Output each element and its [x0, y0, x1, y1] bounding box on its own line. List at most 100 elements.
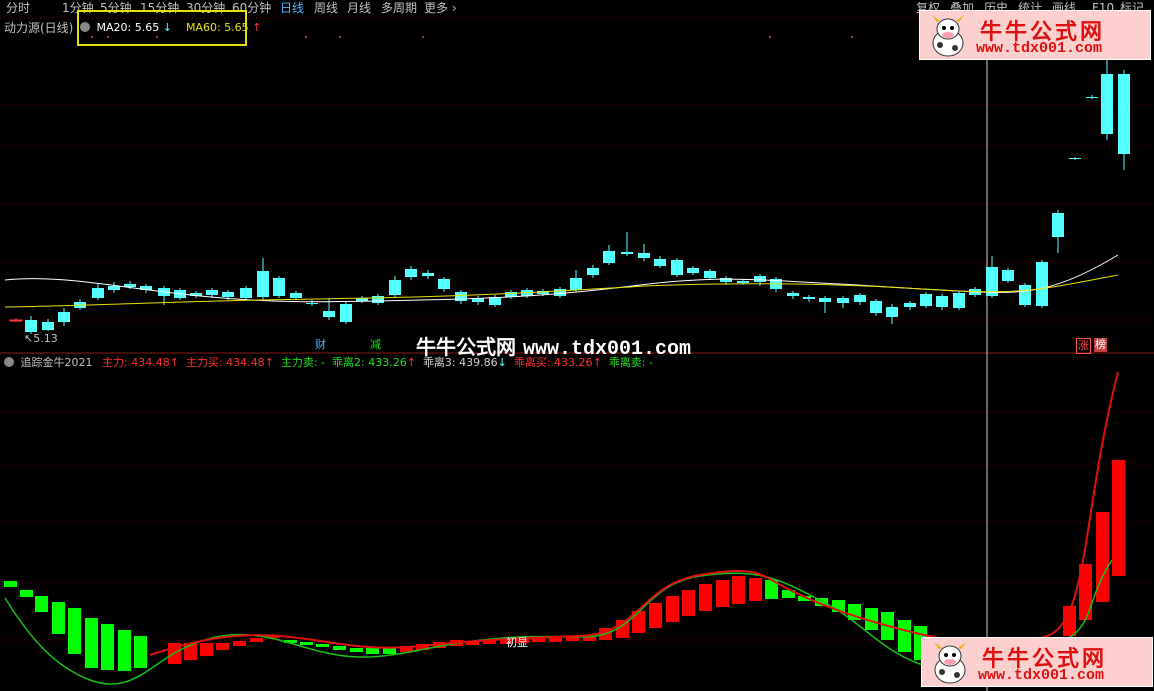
candle — [554, 287, 566, 298]
candle-body — [372, 296, 384, 303]
candle — [9, 318, 23, 322]
candle-body — [290, 293, 302, 298]
candle-body — [438, 279, 450, 289]
candle-body — [108, 286, 120, 290]
cow-logo-icon — [934, 642, 966, 684]
ma60-line — [4, 274, 1119, 308]
candle — [1086, 95, 1098, 99]
ind-zhuli: 主力: 434.48 — [102, 356, 170, 369]
ma-lines — [4, 254, 1119, 308]
indicator-bar — [4, 581, 17, 587]
candle-body — [704, 271, 716, 278]
indicator-bar — [732, 576, 745, 604]
candle-body — [323, 311, 335, 317]
candle-body — [554, 289, 566, 296]
candle — [472, 296, 484, 305]
indicator-bar — [682, 590, 695, 616]
highlight-box — [77, 10, 247, 46]
candle — [340, 302, 352, 324]
candle — [904, 301, 916, 310]
candle-body — [58, 312, 70, 322]
candle-body — [638, 253, 650, 258]
candle — [570, 270, 582, 292]
tag-jian[interactable]: 减 — [369, 338, 382, 352]
candle-body — [1069, 158, 1081, 159]
candle-body — [306, 303, 318, 304]
candle-body — [1101, 74, 1113, 134]
candle — [1101, 60, 1113, 140]
tag-zhang[interactable]: 涨 — [1076, 338, 1091, 354]
candle-body — [754, 276, 766, 282]
candle — [489, 295, 501, 307]
site-logo-bottom: 牛牛公式网 www.tdx001.com — [921, 637, 1153, 687]
candle — [920, 292, 932, 308]
candle-body — [787, 293, 799, 296]
candle — [306, 300, 318, 306]
indicator-title: 追踪金牛2021 — [20, 356, 93, 369]
indicator-bar — [250, 638, 263, 642]
indicator-toggle-icon[interactable] — [4, 357, 14, 367]
ind-zhuli-arrow-icon: ↑ — [169, 356, 179, 369]
candle — [389, 276, 401, 298]
indicator-bar — [1112, 460, 1125, 576]
indicator-bar — [68, 608, 81, 654]
candle-body — [240, 288, 252, 298]
candle-body — [886, 307, 898, 317]
candle — [1002, 268, 1014, 283]
indicator-bar — [316, 644, 329, 647]
candle — [108, 282, 120, 293]
candle — [1019, 283, 1031, 307]
tag-bang[interactable]: 榜 — [1094, 338, 1107, 352]
candle-body — [904, 303, 916, 307]
indicator-bar — [85, 618, 98, 668]
logo-url: www.tdx001.com — [978, 667, 1105, 684]
signal-chuxian: 初显 — [506, 636, 528, 649]
candle — [621, 232, 633, 256]
cow-logo-icon — [932, 15, 964, 57]
signal-dot — [305, 36, 307, 38]
candle — [603, 245, 615, 265]
candle-body — [405, 269, 417, 277]
candle-body — [854, 295, 866, 302]
signal-dot — [339, 36, 341, 38]
candle — [240, 286, 252, 300]
signal-dot — [851, 36, 853, 38]
ind-guaili3: 乖离3: 439.86 — [422, 356, 498, 369]
candle — [405, 266, 417, 280]
candle — [936, 294, 948, 310]
candle — [58, 308, 70, 326]
candle-body — [9, 319, 23, 322]
candle-body — [837, 298, 849, 303]
indicator-bar — [101, 624, 114, 670]
indicator-bar — [549, 638, 562, 642]
candle-body — [803, 297, 815, 299]
candle-body — [1052, 213, 1064, 237]
candle-body — [953, 293, 965, 308]
candle — [356, 296, 368, 303]
indicator-bar — [749, 578, 762, 601]
ind-guaili3-arrow-icon: ↓ — [497, 356, 507, 369]
candle — [770, 277, 782, 292]
indicator-bar — [300, 642, 313, 645]
candle — [953, 291, 965, 310]
candle — [455, 290, 467, 304]
candle-body — [92, 288, 104, 298]
candle — [803, 295, 815, 302]
candle-body — [422, 273, 434, 276]
candle-body — [455, 292, 467, 301]
candle — [42, 319, 54, 331]
indicator-bar — [333, 646, 346, 650]
candle — [704, 269, 716, 280]
indicator-legend: 追踪金牛2021 — [4, 355, 93, 371]
ind-guailimai: 乖离买: 433.26 — [513, 356, 593, 369]
candle — [819, 296, 831, 313]
low-price-value: 5.13 — [33, 332, 58, 345]
indicator-bar — [666, 596, 679, 622]
indicator-bar — [716, 580, 729, 607]
ind-guailimai-arrow-icon: ↑ — [592, 356, 602, 369]
indicator-bar — [200, 643, 213, 656]
candle — [854, 293, 866, 305]
tag-cai[interactable]: 财 — [314, 338, 327, 352]
indicator-bar — [20, 590, 33, 597]
indicator-bar — [233, 641, 246, 646]
